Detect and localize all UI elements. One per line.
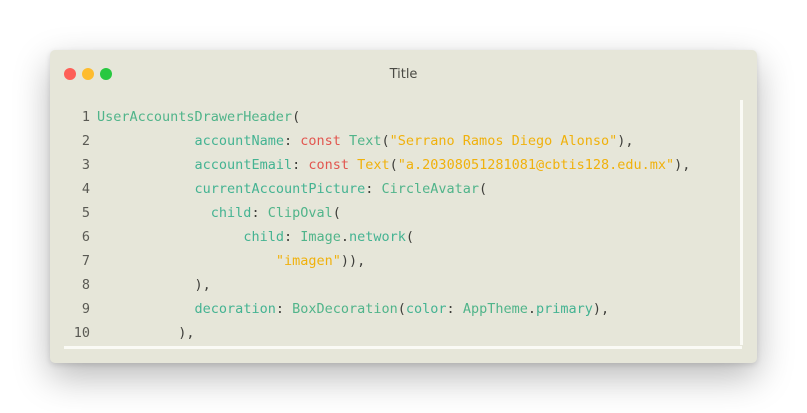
code-line: 10 ), (50, 321, 740, 345)
code-token: ), (592, 301, 610, 317)
line-number: 6 (81, 229, 90, 245)
code-line: 3 accountEmail: const Text("a.2030805128… (50, 153, 740, 177)
code-line: 4 currentAccountPicture: CircleAvatar( (50, 177, 740, 201)
code-token: ( (389, 157, 398, 173)
code-token: ), (617, 133, 634, 149)
code-line: 7 "imagen")), (50, 249, 740, 273)
code-line: 6 child: Image.network( (50, 225, 740, 249)
code-line: 5 child: ClipOval( (50, 201, 740, 225)
code-token: Text (357, 157, 390, 173)
code-line: 8 ), (50, 273, 740, 297)
code-token: decoration (194, 301, 276, 317)
line-number: 3 (81, 157, 90, 173)
code-token: : (283, 229, 301, 245)
code-token: primary (535, 301, 593, 317)
code-token: ( (405, 229, 415, 245)
code-token: . (340, 229, 349, 245)
code-token: )), (340, 253, 366, 269)
code-token: child (243, 229, 284, 245)
code-text: decoration: BoxDecoration(color: AppThem… (97, 297, 610, 321)
code-token: ), (194, 277, 211, 293)
code-text: child: Image.network( (97, 225, 414, 249)
code-token: accountEmail (194, 157, 293, 173)
code-token: : (283, 133, 301, 149)
code-token: const (300, 133, 349, 149)
code-token: Image (300, 229, 341, 245)
code-token: network (349, 229, 406, 245)
code-token: ( (479, 181, 488, 197)
line-number: 7 (81, 253, 90, 269)
line-number: 2 (81, 133, 90, 149)
code-token: CircleAvatar (381, 181, 480, 197)
line-number: 10 (73, 325, 90, 341)
line-number: 1 (81, 109, 90, 125)
code-token: "a.20308051281081@cbtis128.edu.mx" (397, 157, 675, 173)
code-token: AppTheme (462, 301, 528, 317)
code-token: : (446, 301, 463, 317)
code-token: ( (332, 205, 341, 221)
code-token: const (308, 157, 358, 173)
code-token: BoxDecoration (292, 301, 398, 317)
code-token: : (292, 157, 309, 173)
code-window: Title 1 UserAccountsDrawerHeader(2 accoun… (50, 50, 757, 363)
code-line: 1 UserAccountsDrawerHeader( (50, 105, 740, 129)
code-token: : (365, 181, 382, 197)
code-text: "imagen")), (97, 249, 365, 273)
line-number: 4 (81, 181, 90, 197)
code-token: child (210, 205, 252, 221)
code-token: UserAccountsDrawerHeader (97, 109, 293, 125)
code-token: Text (349, 133, 382, 149)
code-text: currentAccountPicture: CircleAvatar( (97, 177, 488, 201)
horizontal-scrollbar[interactable] (64, 346, 742, 349)
code-token: ClipOval (267, 205, 333, 221)
vertical-scrollbar[interactable] (740, 100, 743, 345)
code-text: accountEmail: const Text("a.203080512810… (97, 153, 691, 177)
code-text: ), (97, 321, 195, 345)
code-token: . (527, 301, 536, 317)
code-token: "imagen" (275, 253, 341, 269)
code-text: ), (97, 273, 211, 297)
code-token: ( (292, 109, 301, 125)
code-token: ), (674, 157, 691, 173)
line-number: 8 (81, 277, 90, 293)
line-number: 5 (81, 205, 90, 221)
code-token: ), (178, 325, 195, 341)
code-token: color (405, 301, 447, 317)
code-token: : (251, 205, 268, 221)
code-text: accountName: const Text("Serrano Ramos D… (97, 129, 634, 153)
code-line: 9 decoration: BoxDecoration(color: AppTh… (50, 297, 740, 321)
code-text: UserAccountsDrawerHeader( (97, 105, 300, 129)
code-line: 2 accountName: const Text("Serrano Ramos… (50, 129, 740, 153)
line-number: 9 (81, 301, 90, 317)
code-token: : (275, 301, 293, 317)
code-token: ( (397, 301, 406, 317)
code-token: currentAccountPicture (194, 181, 366, 197)
code-token: accountName (194, 133, 284, 149)
code-editor[interactable]: 1 UserAccountsDrawerHeader(2 accountName:… (50, 105, 740, 345)
code-token: "Serrano Ramos Diego Alonso" (389, 133, 618, 149)
code-token: ( (381, 133, 390, 149)
window-title: Title (389, 67, 418, 82)
code-text: child: ClipOval( (97, 201, 341, 225)
